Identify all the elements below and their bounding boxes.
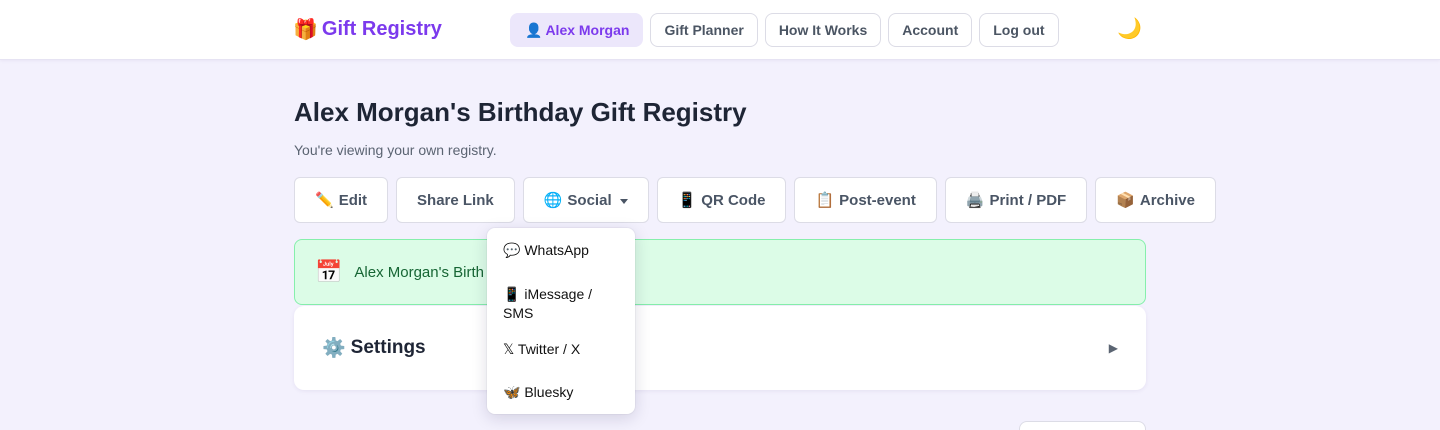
share-whatsapp-label: WhatsApp: [524, 242, 589, 258]
nav-profile[interactable]: 👤 Alex Morgan: [510, 13, 644, 47]
page-title: Alex Morgan's Birthday Gift Registry: [294, 97, 747, 127]
package-icon: 📦: [1116, 192, 1135, 209]
print-pdf-button[interactable]: 🖨️ Print / PDF: [944, 177, 1088, 223]
nav-how-it-works[interactable]: How It Works: [764, 13, 882, 47]
social-share-menu: 💬 WhatsApp 📱 iMessage / SMS 𝕏 Twitter / …: [487, 228, 635, 414]
moon-icon[interactable]: 🌙: [1117, 17, 1142, 41]
nav-account[interactable]: Account: [888, 13, 973, 47]
print-pdf-label: Print / PDF: [989, 191, 1067, 209]
phone-icon: 📱: [503, 286, 521, 302]
banner-text: Alex Morgan's Birth: [354, 263, 484, 281]
qr-code-label: QR Code: [701, 191, 766, 209]
edit-button[interactable]: ✏️ Edit: [294, 177, 389, 223]
social-dropdown-button[interactable]: 🌐 Social: [522, 177, 649, 223]
gift-icon: 🎁: [293, 19, 318, 41]
settings-panel-toggle[interactable]: ⚙️ Settings ▶: [294, 306, 1146, 390]
nav-profile-label: Alex Morgan: [545, 22, 630, 38]
edit-button-label: Edit: [338, 191, 368, 209]
share-bluesky[interactable]: 🦋 Bluesky: [503, 383, 623, 402]
share-imessage[interactable]: 📱 iMessage / SMS: [503, 285, 623, 323]
post-event-button[interactable]: 📋 Post-event: [794, 177, 937, 223]
pencil-icon: ✏️: [315, 192, 334, 209]
x-logo-icon: 𝕏: [503, 341, 515, 357]
share-bluesky-label: Bluesky: [524, 384, 574, 400]
main-nav: 👤 Alex Morgan Gift Planner How It Works …: [510, 13, 1059, 47]
brand-logo[interactable]: 🎁 Gift Registry: [293, 17, 442, 42]
user-icon: 👤: [525, 21, 543, 38]
gear-icon: ⚙️: [322, 338, 346, 359]
speech-bubble-icon: 💬: [503, 242, 521, 258]
share-link-button[interactable]: Share Link: [396, 177, 515, 223]
globe-icon: 🌐: [543, 192, 563, 209]
expand-arrow-icon: ▶: [1108, 341, 1118, 355]
share-whatsapp[interactable]: 💬 WhatsApp: [503, 241, 623, 260]
page-subtitle: You're viewing your own registry.: [294, 142, 497, 158]
printer-icon: 🖨️: [965, 192, 985, 209]
archive-label: Archive: [1139, 191, 1195, 209]
nav-gift-planner[interactable]: Gift Planner: [650, 13, 758, 47]
post-event-label: Post-event: [839, 191, 916, 209]
settings-title: ⚙️ Settings: [322, 336, 426, 360]
archive-button[interactable]: 📦 Archive: [1095, 177, 1216, 223]
calendar-icon: 📅: [315, 259, 343, 284]
butterfly-icon: 🦋: [503, 384, 521, 400]
qr-code-button[interactable]: 📱 QR Code: [656, 177, 787, 223]
share-twitter[interactable]: 𝕏 Twitter / X: [503, 340, 623, 359]
settings-label: Settings: [350, 337, 426, 358]
caret-down-icon: [619, 198, 628, 204]
share-twitter-label: Twitter / X: [517, 341, 581, 357]
nav-logout[interactable]: Log out: [979, 13, 1059, 47]
top-bar: 🎁 Gift Registry 👤 Alex Morgan Gift Plann…: [0, 0, 1440, 60]
action-toolbar: ✏️ Edit Share Link 🌐 Social 📱 QR Code 📋 …: [294, 177, 1216, 223]
social-button-label: Social: [567, 191, 612, 209]
brand-name: Gift Registry: [321, 18, 442, 40]
phone-icon: 📱: [677, 192, 697, 209]
partial-card: [1019, 421, 1146, 430]
event-date-banner: 📅 Alex Morgan's Birth: [294, 239, 1146, 305]
clipboard-icon: 📋: [815, 192, 835, 209]
share-link-label: Share Link: [417, 191, 494, 209]
